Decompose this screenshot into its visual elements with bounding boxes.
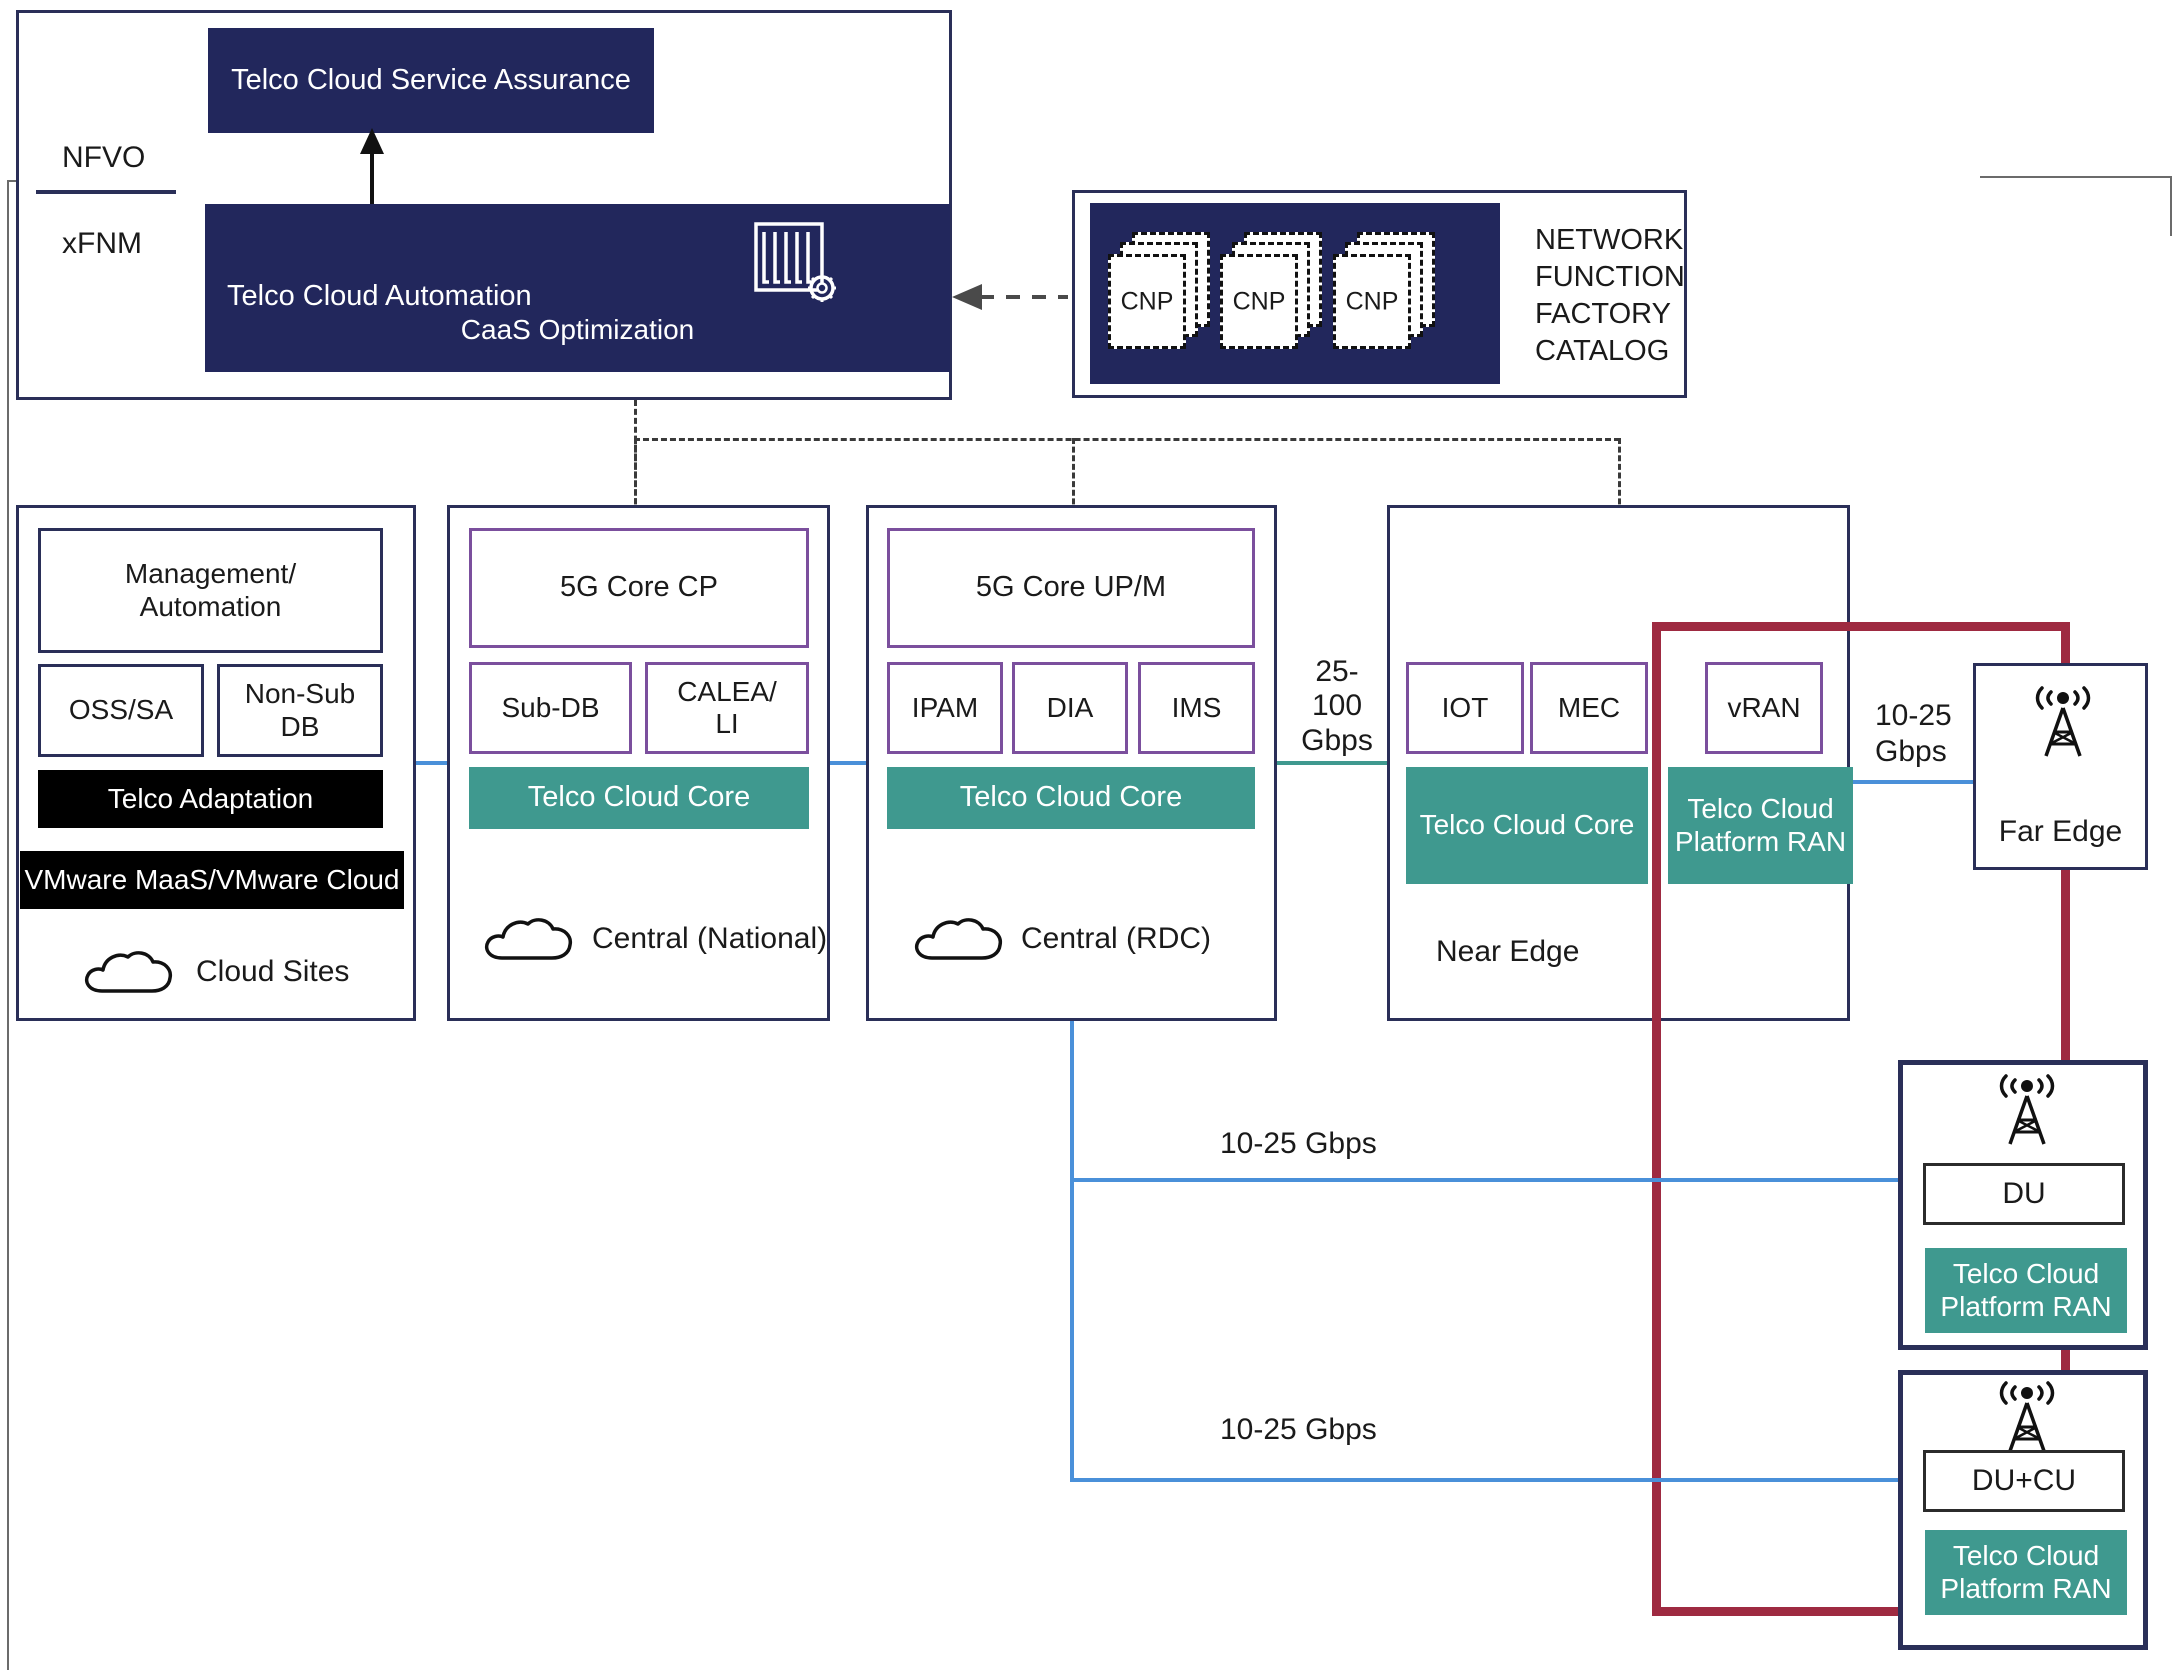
cnp-card-front: CNP bbox=[1220, 254, 1298, 349]
cnp-stack-2[interactable]: CNP bbox=[1220, 232, 1328, 354]
telco-cloud-platform-ran-near-edge-box[interactable]: Telco Cloud Platform RAN bbox=[1668, 767, 1853, 884]
nfvo-xfnm-divider bbox=[36, 190, 176, 194]
backhaul-vertical-trunk bbox=[1070, 1021, 1074, 1481]
central-national-label: Central (National) bbox=[592, 922, 828, 955]
ipam-box[interactable]: IPAM bbox=[887, 662, 1003, 754]
iot-box[interactable]: IOT bbox=[1406, 662, 1524, 754]
non-sub-db-box[interactable]: Non-Sub DB bbox=[217, 664, 383, 757]
dashed-bus-horizontal bbox=[634, 438, 1620, 441]
link-label-rdc-to-ducu: 10-25 Gbps bbox=[1220, 1413, 1377, 1446]
calea-li-box[interactable]: CALEA/ LI bbox=[645, 662, 809, 754]
sub-db-box[interactable]: Sub-DB bbox=[469, 662, 632, 754]
cnp-card-front: CNP bbox=[1108, 254, 1186, 349]
link-rdc-to-near-edge bbox=[1277, 761, 1387, 765]
assurance-uplink-arrow bbox=[360, 128, 384, 210]
du-node-box[interactable]: DU bbox=[1923, 1163, 2125, 1225]
management-automation-box[interactable]: Management/ Automation bbox=[38, 528, 383, 653]
5g-core-upm-box[interactable]: 5G Core UP/M bbox=[887, 528, 1255, 648]
dashed-drop-to-central-national bbox=[634, 438, 637, 513]
mec-box[interactable]: MEC bbox=[1530, 662, 1648, 754]
cell-tower-icon bbox=[2035, 686, 2091, 757]
link-label-rdc-to-du: 10-25 Gbps bbox=[1220, 1127, 1377, 1160]
cloud-icon bbox=[914, 918, 1003, 960]
oss-sa-box[interactable]: OSS/SA bbox=[38, 664, 204, 757]
catalog-title: NETWORK FUNCTION FACTORY CATALOG bbox=[1535, 224, 1685, 368]
cnp-label: CNP bbox=[1120, 287, 1174, 315]
link-cloudsites-to-central-national bbox=[416, 761, 449, 765]
vmware-maas-cloud-box[interactable]: VMware MaaS/VMware Cloud bbox=[20, 851, 404, 909]
cloud-icon bbox=[84, 951, 173, 993]
link-label-25-100-gbps: 25- 100 Gbps bbox=[1301, 654, 1373, 757]
link-label-vran-far-edge: 10-25 Gbps bbox=[1875, 699, 1952, 768]
backhaul-to-du-horizontal bbox=[1070, 1178, 1900, 1182]
telco-cloud-platform-ran-ducu-box[interactable]: Telco Cloud Platform RAN bbox=[1925, 1530, 2127, 1615]
telco-cloud-core-rdc-box[interactable]: Telco Cloud Core bbox=[887, 767, 1255, 829]
caas-optimization-label: CaaS Optimization bbox=[460, 314, 695, 345]
5g-core-cp-box[interactable]: 5G Core CP bbox=[469, 528, 809, 648]
ims-box[interactable]: IMS bbox=[1138, 662, 1255, 754]
telco-cloud-platform-ran-du-box[interactable]: Telco Cloud Platform RAN bbox=[1925, 1248, 2127, 1333]
vran-box[interactable]: vRAN bbox=[1705, 662, 1823, 754]
ducu-node-box[interactable]: DU+CU bbox=[1923, 1450, 2125, 1512]
telco-cloud-core-near-edge-box[interactable]: Telco Cloud Core bbox=[1406, 767, 1648, 884]
dashed-drop-to-near-edge bbox=[1618, 438, 1621, 513]
cloud-sites-label: Cloud Sites bbox=[196, 955, 350, 988]
dashed-drop-to-central-rdc bbox=[1072, 438, 1075, 513]
cloud-icon bbox=[484, 918, 573, 960]
telco-adaptation-box[interactable]: Telco Adaptation bbox=[38, 770, 383, 828]
telco-cloud-automation-label: Telco Cloud Automation bbox=[227, 280, 532, 312]
cell-tower-icon bbox=[1999, 1074, 2055, 1145]
nfvo-label: NFVO bbox=[62, 141, 146, 174]
dia-box[interactable]: DIA bbox=[1012, 662, 1128, 754]
cnp-label: CNP bbox=[1232, 287, 1286, 315]
architecture-diagram: NFVO xFNM Telco Cloud Service Assurance … bbox=[0, 0, 2172, 1677]
telco-cloud-automation-box[interactable]: Telco Cloud Automation CaaS Optimization bbox=[205, 204, 950, 372]
link-vran-to-far-edge bbox=[1853, 780, 1973, 784]
central-rdc-label: Central (RDC) bbox=[1021, 922, 1212, 955]
catalog-to-automation-arrow bbox=[952, 284, 1068, 310]
caas-optimization-icon bbox=[754, 222, 836, 302]
frame-line-top-right bbox=[1980, 176, 2172, 178]
cnp-card-front: CNP bbox=[1333, 254, 1411, 349]
telco-cloud-service-assurance-box[interactable]: Telco Cloud Service Assurance bbox=[208, 28, 654, 133]
frame-line-left bbox=[7, 180, 9, 1670]
cnp-stack-3[interactable]: CNP bbox=[1333, 232, 1441, 354]
far-edge-label: Far Edge bbox=[1998, 815, 2123, 848]
telco-cloud-core-national-box[interactable]: Telco Cloud Core bbox=[469, 767, 809, 829]
cnp-stack-1[interactable]: CNP bbox=[1108, 232, 1216, 354]
cnp-label: CNP bbox=[1345, 287, 1399, 315]
link-central-national-to-rdc bbox=[830, 761, 866, 765]
backhaul-to-ducu-horizontal bbox=[1070, 1478, 1900, 1482]
